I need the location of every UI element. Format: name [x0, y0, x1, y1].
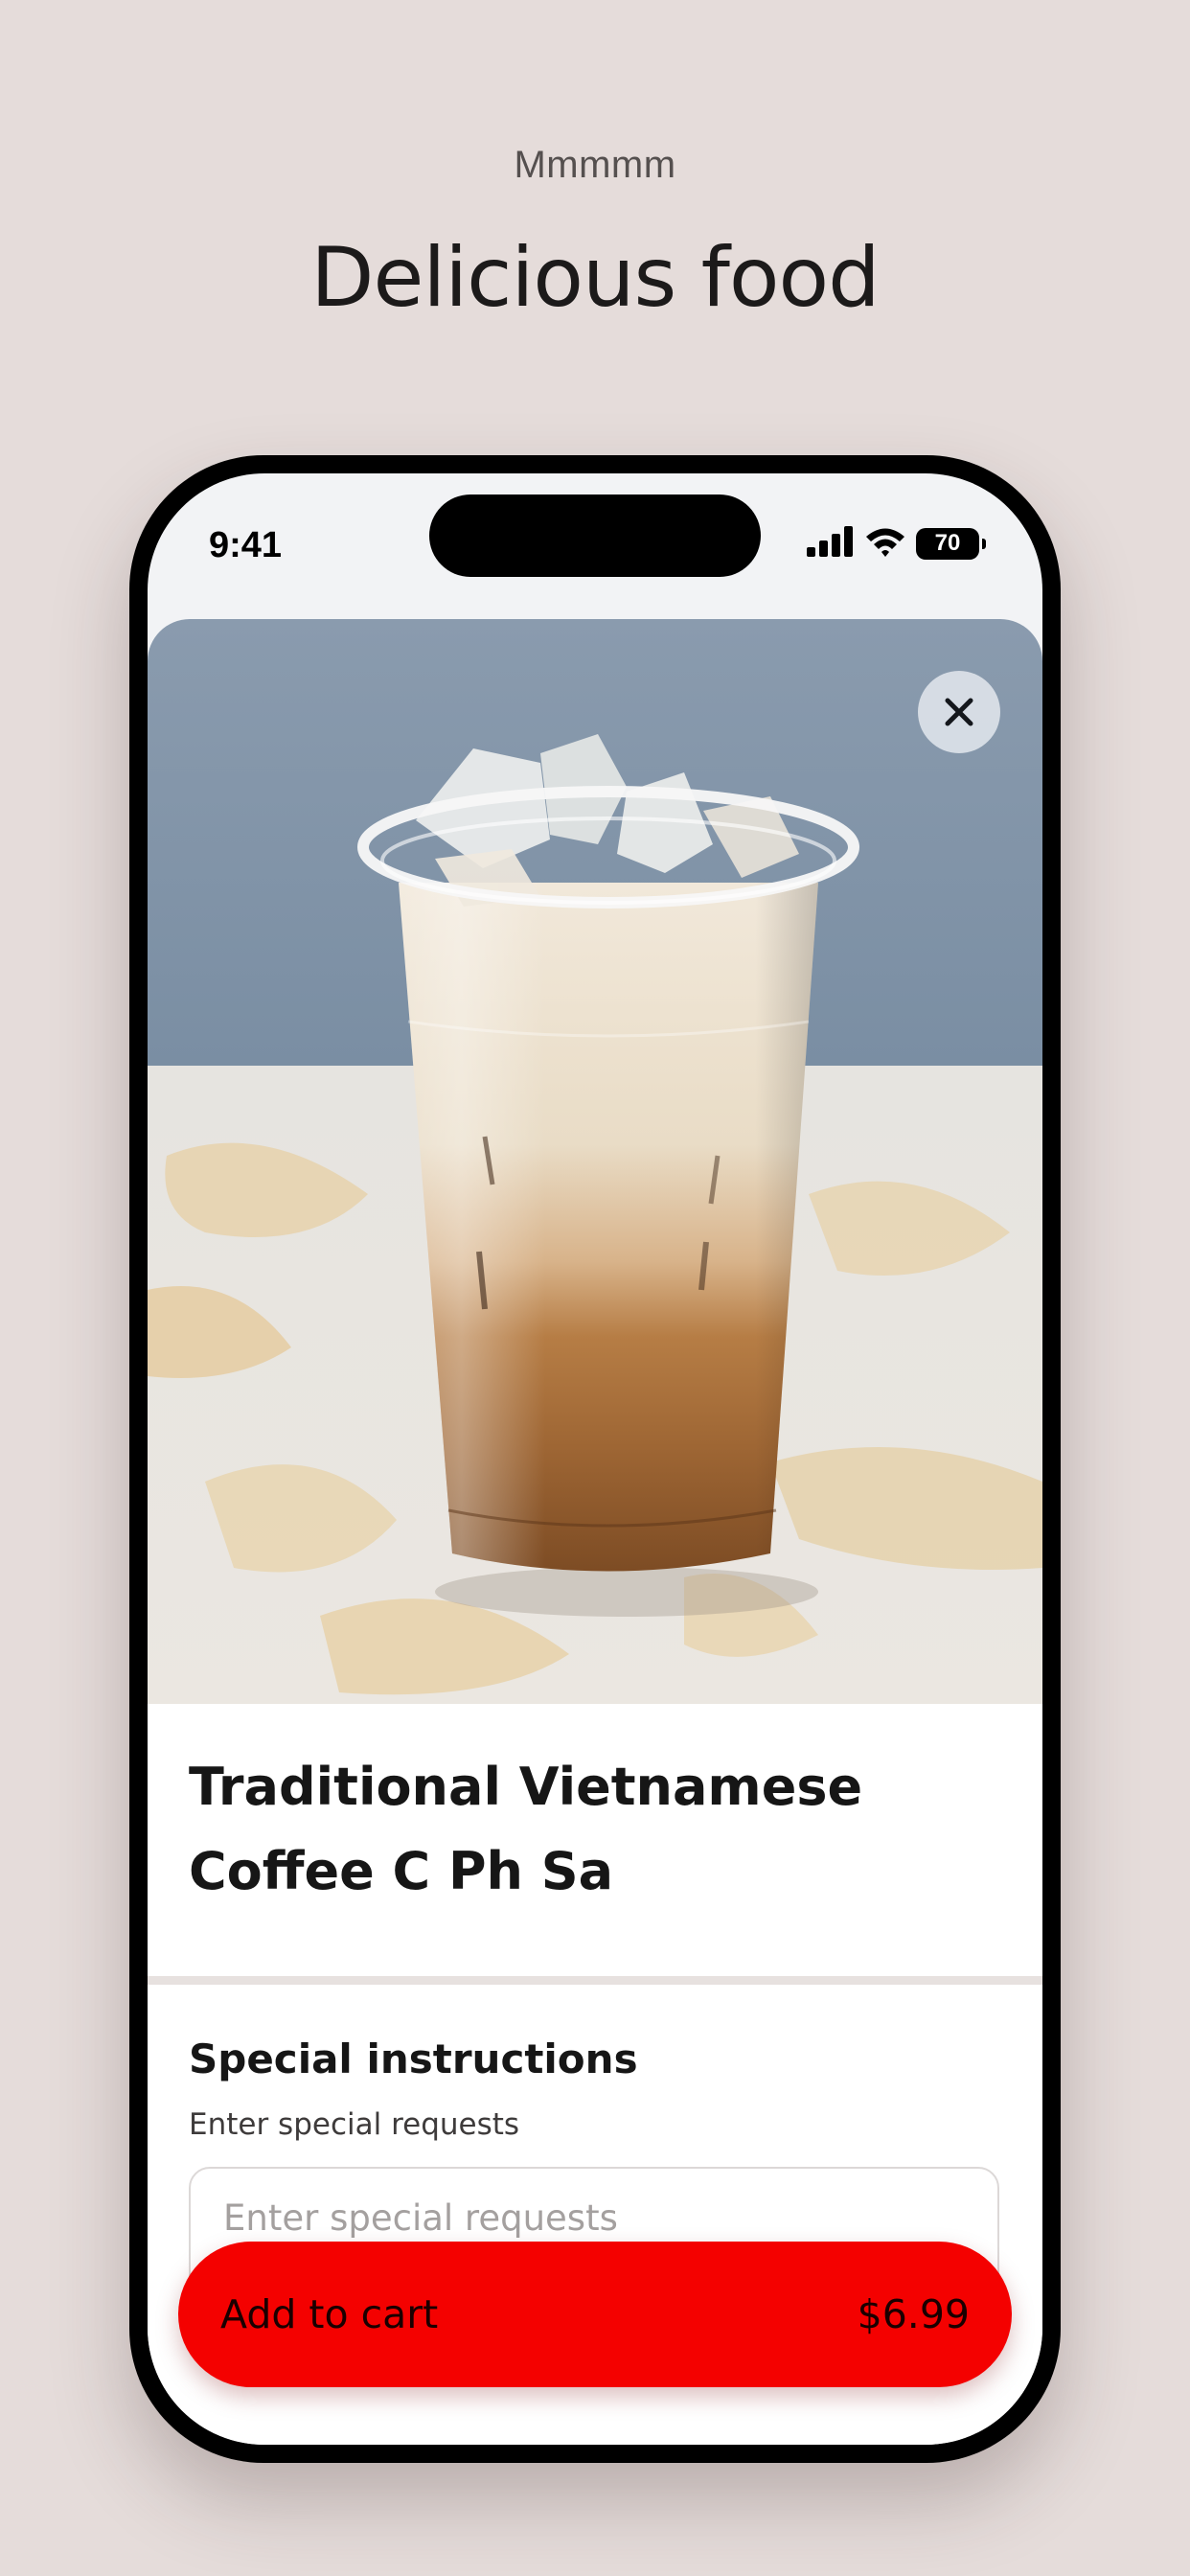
product-sheet: Traditional Vietnamese Coffee C Ph Sa Sp… — [148, 619, 1042, 2445]
add-to-cart-button[interactable]: Add to cart $6.99 — [178, 2242, 1012, 2387]
page-eyebrow: Mmmmm — [514, 144, 676, 186]
close-button[interactable] — [918, 671, 1000, 753]
phone-screen: 9:41 70 Traditional Vietnamese Coffee C … — [148, 473, 1042, 2445]
special-instructions-title: Special instructions — [189, 2036, 638, 2082]
signal-icon — [807, 526, 855, 561]
product-image — [148, 619, 1042, 1704]
iced-coffee-photo — [148, 619, 1042, 1704]
wifi-icon — [864, 526, 906, 561]
section-divider — [148, 1976, 1042, 1985]
phone-frame: 9:41 70 Traditional Vietnamese Coffee C … — [129, 455, 1061, 2463]
special-instructions-subtitle: Enter special requests — [189, 2107, 520, 2142]
status-icons: 70 — [807, 526, 986, 561]
cart-price: $6.99 — [857, 2291, 970, 2337]
product-title: Traditional Vietnamese Coffee C Ph Sa — [189, 1757, 863, 1901]
dynamic-island — [429, 494, 761, 577]
status-bar: 9:41 70 — [148, 473, 1042, 608]
page-headline: Delicious food — [310, 230, 880, 326]
status-time: 9:41 — [209, 525, 283, 565]
add-to-cart-label: Add to cart — [220, 2291, 439, 2337]
close-icon — [945, 698, 973, 726]
battery-indicator: 70 — [916, 527, 986, 560]
